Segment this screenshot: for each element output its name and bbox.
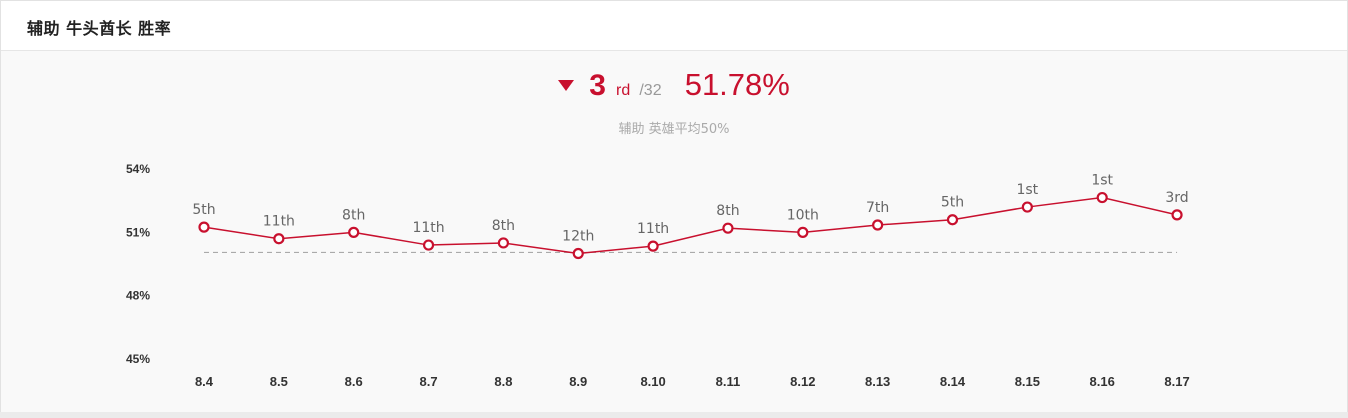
x-tick-label: 8.12 [790,374,815,389]
data-point [422,239,435,251]
x-tick-label: 8.4 [195,374,214,389]
data-label: 5th [192,202,215,218]
data-label: 7th [866,200,889,216]
data-label: 11th [412,220,444,236]
data-label: 11th [263,214,295,230]
data-point [797,226,809,238]
data-label: 11th [637,221,669,237]
data-label: 12th [562,229,594,245]
data-label: 1st [1016,182,1038,198]
data-point [198,221,210,233]
x-tick-label: 8.14 [940,374,966,389]
data-label: 3rd [1165,190,1188,206]
winrate-line-chart: 45% 48% 51% 54% 8.4 8.5 8.6 8.7 8.8 8.9 8.10 8.11 8.… [126,162,1190,389]
x-tick-label: 8.10 [640,374,665,389]
data-point [273,233,285,245]
data-label: 8th [342,207,365,223]
data-point [1021,201,1033,213]
data-point [647,240,659,252]
data-label: 5th [941,195,964,211]
data-label: 8th [492,218,515,234]
data-point [722,222,734,234]
data-point [1096,191,1108,204]
data-label: 1st [1091,173,1113,189]
x-tick-label: 8.17 [1164,374,1189,389]
data-point [348,226,360,238]
data-point [497,237,509,249]
y-tick-label: 45% [126,352,150,366]
y-tick-label: 48% [126,289,150,303]
x-tick-label: 8.8 [494,374,512,389]
x-tick-label: 8.9 [569,374,587,389]
y-tick-label: 54% [126,162,150,176]
x-tick-label: 8.13 [865,374,890,389]
y-tick-label: 51% [126,225,150,239]
data-point [1171,209,1183,221]
x-tick-label: 8.15 [1015,374,1040,389]
data-label: 10th [787,207,819,223]
x-tick-label: 8.6 [345,374,363,389]
x-tick-label: 8.11 [716,374,741,389]
x-tick-label: 8.5 [270,374,288,389]
data-point [872,219,884,231]
data-point [946,214,959,226]
x-tick-label: 8.16 [1090,374,1115,389]
data-point [572,247,584,260]
x-tick-label: 8.7 [420,374,438,389]
data-label: 8th [716,203,739,219]
